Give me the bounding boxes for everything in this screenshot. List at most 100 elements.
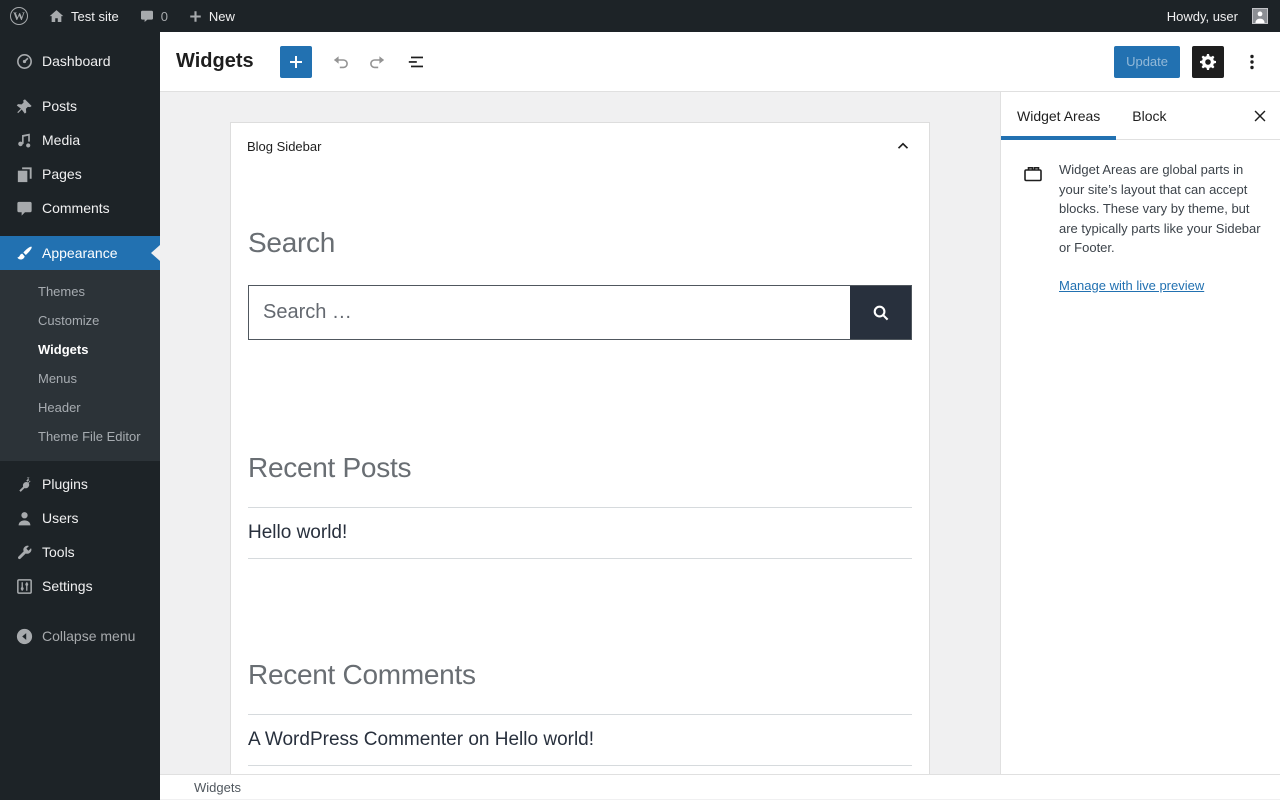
settings-sliders-icon [14,576,34,596]
wordpress-logo-icon: W [10,7,28,25]
recent-comments-heading[interactable]: Recent Comments [248,659,912,691]
dashboard-icon [14,51,34,71]
submenu-item-menus[interactable]: Menus [0,364,160,393]
divider [248,558,912,559]
sidebar-item-plugins[interactable]: Plugins [0,467,160,501]
wp-logo-menu[interactable]: W [0,0,38,32]
new-content-menu[interactable]: New [178,0,245,32]
divider [248,765,912,766]
sidebar-item-tools[interactable]: Tools [0,535,160,569]
recent-posts-heading[interactable]: Recent Posts [248,452,912,484]
appearance-submenu: Themes Customize Widgets Menus Header Th… [0,270,160,461]
sidebar-item-posts[interactable]: Posts [0,89,160,123]
widget-area-toggle[interactable]: Blog Sidebar [231,123,929,169]
close-settings-button[interactable] [1240,92,1280,139]
collapse-menu-label: Collapse menu [42,628,136,644]
undo-button[interactable] [322,44,358,80]
list-view-icon [408,56,423,67]
settings-sidebar: Widget Areas Block Widget Areas are glob… [1000,92,1280,799]
pin-icon [14,96,34,116]
comments-menu[interactable]: 0 [129,0,178,32]
comment-post-link[interactable]: Hello world! [495,729,594,750]
widgets-editor: Widgets Update Blog Sidebar Search Searc… [160,32,1280,800]
comment-bubble-icon [139,8,155,24]
howdy-account-menu[interactable]: Howdy, user [1157,0,1268,32]
howdy-label: Howdy, user [1166,8,1238,24]
redo-button[interactable] [360,44,396,80]
submenu-item-themes[interactable]: Themes [0,277,160,306]
tab-block[interactable]: Block [1116,92,1182,139]
gear-icon [1200,53,1216,70]
sidebar-item-appearance[interactable]: Appearance [0,236,160,270]
wrench-icon [14,542,34,562]
submenu-item-header[interactable]: Header [0,393,160,422]
close-icon [1254,110,1266,121]
widget-area-icon [1021,162,1045,295]
sidebar-item-users[interactable]: Users [0,501,160,535]
widget-area-card: Blog Sidebar Search Recent Posts Hello w… [230,122,930,799]
settings-toggle-button[interactable] [1192,45,1224,78]
search-magnifier-icon [873,305,888,320]
widget-area-body: Search Recent Posts Hello world! Recent … [231,227,929,766]
search-widget-form [248,285,912,340]
list-view-button[interactable] [398,44,434,80]
new-label: New [208,8,235,24]
sidebar-item-comments[interactable]: Comments [0,191,160,225]
manage-live-preview-link[interactable]: Manage with live preview [1059,276,1204,296]
submenu-item-theme-file-editor[interactable]: Theme File Editor [0,422,160,451]
comments-icon [14,198,34,218]
sidebar-item-label: Settings [42,578,93,594]
search-input[interactable] [249,286,850,339]
editor-header: Widgets Update [160,32,1280,92]
site-name-menu[interactable]: Test site [38,0,129,32]
comments-count: 0 [160,8,168,24]
pages-icon [14,164,34,184]
plus-icon [289,55,302,68]
collapse-arrow-icon [14,626,34,646]
comment-author-link[interactable]: A WordPress Commenter [248,729,463,750]
sidebar-item-label: Plugins [42,476,88,492]
submenu-item-widgets[interactable]: Widgets [0,335,160,364]
site-name-label: Test site [71,8,119,24]
widget-areas-panel: Widget Areas are global parts in your si… [1001,140,1280,295]
user-avatar [1252,8,1268,24]
widget-areas-description: Widget Areas are global parts in your si… [1059,162,1261,255]
sidebar-item-label: Users [42,510,79,526]
sidebar-item-label: Media [42,132,81,148]
plus-icon [188,9,203,24]
plugin-icon [14,474,34,494]
recent-comment-line: A WordPress Commenter on Hello world! [248,729,912,751]
sidebar-item-media[interactable]: Media [0,123,160,157]
breadcrumb-widgets[interactable]: Widgets [160,780,241,795]
sidebar-item-dashboard[interactable]: Dashboard [0,44,160,78]
update-button[interactable]: Update [1114,45,1180,78]
sidebar-item-label: Posts [42,98,78,114]
sidebar-item-label: Tools [42,544,75,560]
kebab-menu-icon [1250,54,1254,69]
page-title: Widgets [176,50,254,72]
redo-icon [369,55,384,68]
appearance-brush-icon [14,243,34,263]
submenu-item-customize[interactable]: Customize [0,306,160,335]
sidebar-item-label: Comments [42,200,110,216]
sidebar-item-pages[interactable]: Pages [0,157,160,191]
recent-post-link[interactable]: Hello world! [248,522,912,544]
more-options-button[interactable] [1240,44,1264,80]
settings-tabs: Widget Areas Block [1001,92,1280,140]
collapse-menu-button[interactable]: Collapse menu [0,619,160,653]
block-inserter-button[interactable] [279,45,312,78]
tab-widget-areas[interactable]: Widget Areas [1001,92,1117,140]
sidebar-item-label: Dashboard [42,53,111,69]
search-widget-heading[interactable]: Search [248,227,912,259]
search-submit-button[interactable] [850,286,911,339]
divider [248,507,912,508]
divider [248,714,912,715]
sidebar-item-settings[interactable]: Settings [0,569,160,603]
editor-footer: Widgets [160,774,1280,799]
sidebar-item-label: Pages [42,166,82,182]
undo-icon [333,55,348,68]
sidebar-item-label: Appearance [42,245,118,261]
admin-sidebar: Dashboard Posts Media Pages Comments App… [0,32,160,800]
admin-top-bar: W Test site 0 New Howdy, user [0,0,1280,32]
comment-connector: on [463,729,495,750]
